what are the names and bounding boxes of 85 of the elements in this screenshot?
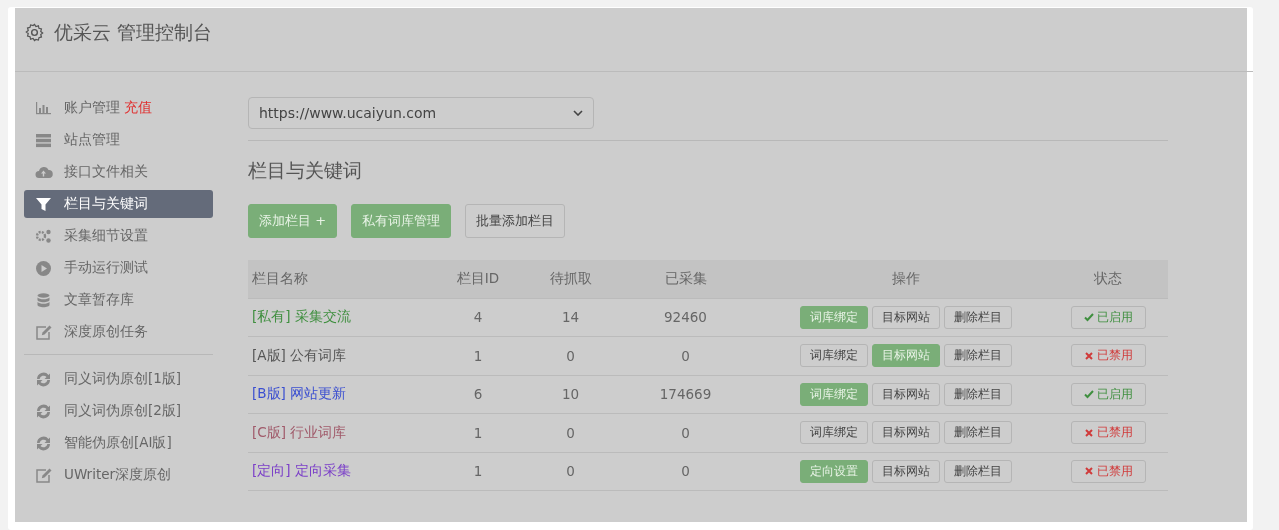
status-button[interactable]: 已禁用 — [1070, 459, 1146, 483]
table-cell: 0 — [566, 463, 575, 480]
column-header: 操作 — [763, 260, 1048, 298]
column-header: 已采集 — [608, 260, 763, 298]
settings-icon — [25, 23, 44, 42]
toolbar-button[interactable]: 添加栏目 + — [248, 204, 338, 238]
action-button[interactable]: 删除栏目 — [943, 459, 1012, 483]
menu-label: 采集细节设置 — [64, 227, 148, 245]
column-header: 状态 — [1048, 260, 1168, 298]
sidebar-item[interactable]: 文章暂存库 — [24, 286, 213, 314]
menu-label: 深度原创任务 — [64, 323, 148, 341]
column-name[interactable]: [B版] 网站更新 — [252, 385, 347, 402]
action-button[interactable]: 目标网站 — [871, 382, 940, 406]
status-button[interactable]: 已禁用 — [1070, 344, 1146, 368]
table-cell: 0 — [681, 347, 690, 364]
menu-label: 文章暂存库 — [64, 291, 134, 309]
table-cell: 14 — [561, 309, 580, 326]
play-icon — [34, 258, 53, 278]
menu-label: 同义词伪原创[2版] — [64, 402, 182, 420]
table-cell: 1 — [473, 347, 483, 364]
action-button[interactable]: 目标网站 — [871, 344, 940, 368]
table-cell: 4 — [473, 309, 483, 326]
sidebar-item[interactable]: 智能伪原创[AI版] — [24, 429, 213, 457]
status-button[interactable]: 已启用 — [1070, 305, 1146, 329]
column-header: 栏目ID — [423, 260, 533, 298]
menu-label: 接口文件相关 — [64, 163, 148, 181]
table-cell: 0 — [681, 463, 690, 480]
action-button[interactable]: 定向设置 — [799, 459, 868, 483]
menu-label: UWriter深度原创 — [64, 466, 172, 484]
action-button[interactable]: 词库绑定 — [799, 421, 868, 445]
status-button[interactable]: 已启用 — [1070, 382, 1146, 406]
status-button[interactable]: 已禁用 — [1070, 421, 1146, 445]
table-cell: 1 — [473, 424, 483, 441]
app-title: 优采云 管理控制台 — [54, 19, 213, 45]
action-button[interactable]: 词库绑定 — [799, 305, 868, 329]
check-icon — [1083, 389, 1094, 400]
menu-label: 账户管理 — [64, 99, 120, 117]
menu-label: 智能伪原创[AI版] — [64, 434, 172, 452]
table-cell: 92460 — [664, 309, 707, 326]
table-cell: 0 — [566, 424, 575, 441]
sidebar-item[interactable]: 站点管理 — [24, 126, 213, 154]
action-button[interactable]: 词库绑定 — [799, 382, 868, 406]
table-cell: 6 — [473, 386, 483, 403]
action-button[interactable]: 目标网站 — [871, 459, 940, 483]
action-button[interactable]: 删除栏目 — [943, 305, 1012, 329]
action-button[interactable]: 删除栏目 — [943, 344, 1012, 368]
column-name[interactable]: [A版] 公有词库 — [252, 346, 347, 363]
sidebar-item[interactable]: 深度原创任务 — [24, 318, 213, 346]
section-title: 栏目与关键词 — [248, 158, 363, 183]
table-cell: 1 — [473, 463, 483, 480]
table-cell: 174669 — [659, 386, 712, 403]
column-name[interactable]: [定向] 定向采集 — [252, 462, 351, 479]
recharge-link[interactable]: 充值 — [124, 99, 152, 117]
sidebar-item[interactable]: 接口文件相关 — [24, 158, 213, 186]
close-icon — [1083, 466, 1094, 477]
toolbar-button[interactable]: 私有词库管理 — [351, 204, 452, 238]
action-button[interactable]: 删除栏目 — [943, 421, 1012, 445]
sidebar-item[interactable]: 栏目与关键词 — [24, 190, 213, 218]
sidebar-item[interactable]: UWriter深度原创 — [24, 461, 213, 489]
sidebar-item[interactable]: 同义词伪原创[2版] — [24, 397, 213, 425]
action-button[interactable]: 目标网站 — [871, 421, 940, 445]
table-cell: 0 — [681, 424, 690, 441]
action-button[interactable]: 删除栏目 — [943, 382, 1012, 406]
toolbar-button[interactable]: 批量添加栏目 — [465, 204, 566, 238]
check-icon — [1083, 312, 1094, 323]
action-button[interactable]: 目标网站 — [871, 305, 940, 329]
menu-label: 手动运行测试 — [64, 259, 148, 277]
close-icon — [1083, 350, 1094, 361]
table-cell: 10 — [561, 386, 580, 403]
sidebar-item[interactable]: 手动运行测试 — [24, 254, 213, 282]
column-name[interactable]: [私有] 采集交流 — [252, 308, 351, 325]
menu-label: 栏目与关键词 — [64, 195, 148, 213]
menu-label: 同义词伪原创[1版] — [64, 370, 182, 388]
table-cell: 0 — [566, 347, 575, 364]
site-select[interactable]: https://www.ucaiyun.com — [248, 97, 594, 129]
column-header: 待抓取 — [533, 260, 608, 298]
column-name[interactable]: [C版] 行业词库 — [252, 423, 347, 440]
column-header: 栏目名称 — [248, 260, 423, 298]
sidebar-item[interactable]: 同义词伪原创[1版] — [24, 365, 213, 393]
menu-label: 站点管理 — [64, 131, 120, 149]
sidebar-item[interactable]: 采集细节设置 — [24, 222, 213, 250]
chevron-down-icon — [573, 110, 583, 116]
close-icon — [1083, 427, 1094, 438]
action-button[interactable]: 词库绑定 — [799, 344, 868, 368]
sidebar-item[interactable]: 账户管理 充值 — [24, 94, 213, 122]
